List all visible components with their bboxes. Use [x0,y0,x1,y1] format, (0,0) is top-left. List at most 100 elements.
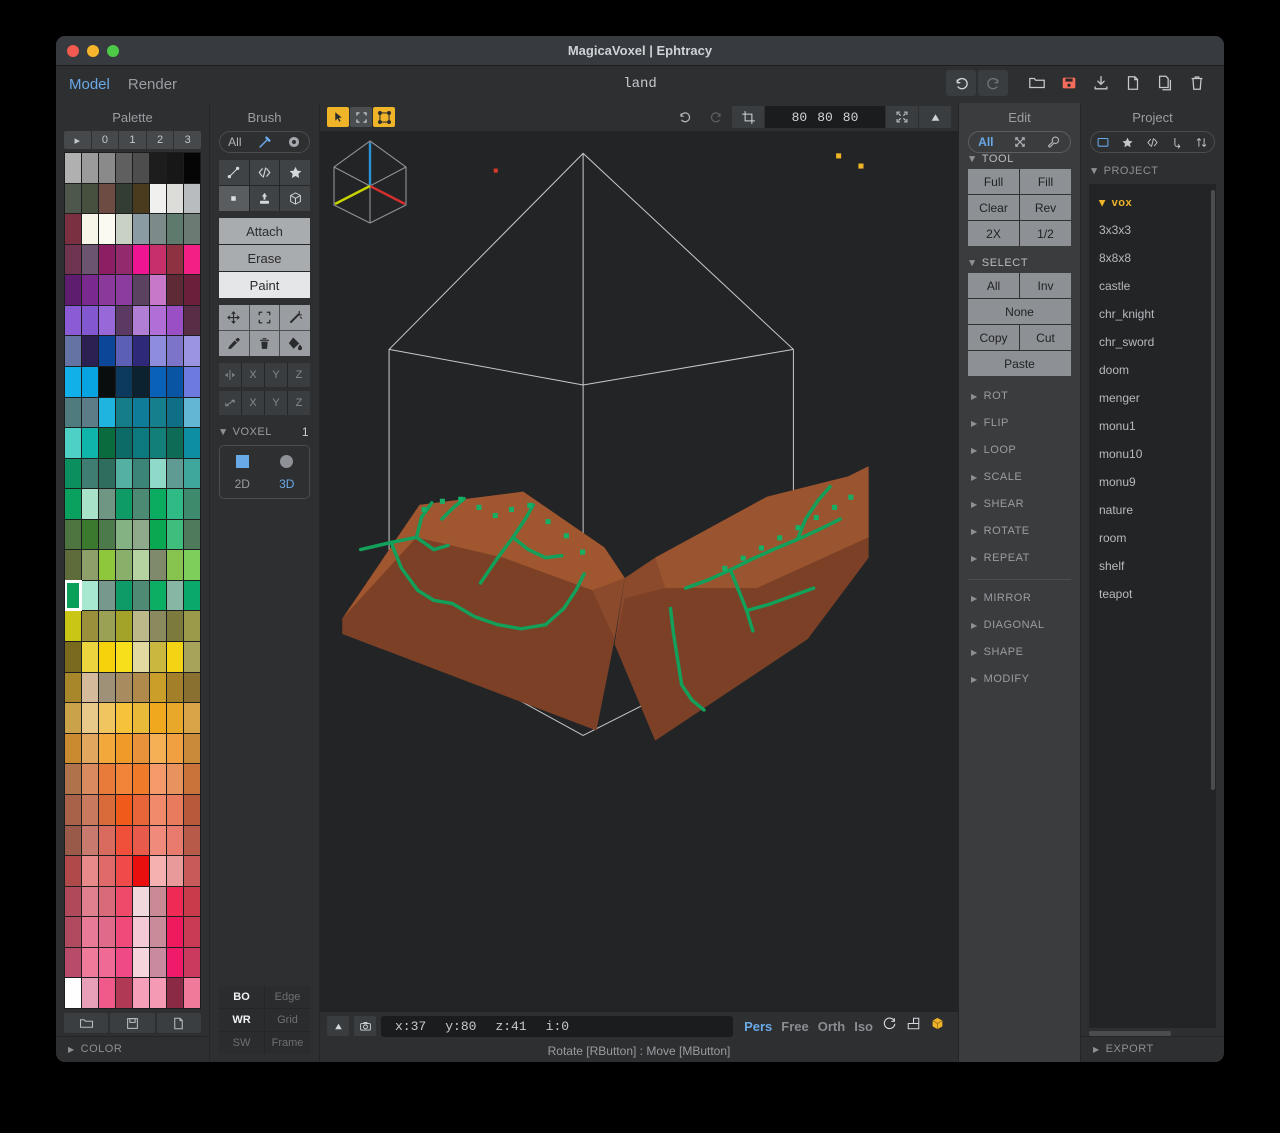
palette-color-grid[interactable] [64,152,201,1009]
palette-swatch[interactable] [167,642,183,672]
palette-swatch[interactable] [133,366,149,397]
palette-swatch[interactable] [65,672,81,703]
palette-swatch[interactable] [99,489,115,519]
project-item-shelf[interactable]: shelf [1089,552,1216,580]
palette-swatch[interactable] [116,672,132,703]
palette-swatch[interactable] [184,917,200,947]
palette-swatch[interactable] [82,733,98,764]
box-orange-icon[interactable] [930,1016,945,1036]
palette-swatch[interactable] [167,214,183,244]
select-section-header[interactable]: ▶ SELECT [959,252,1080,273]
palette-swatch[interactable] [133,856,149,886]
scale-x-button[interactable]: X [242,391,264,415]
palette-swatch[interactable] [82,153,98,183]
palette-swatch[interactable] [150,856,166,886]
palette-swatch[interactable] [65,275,81,305]
palette-swatch[interactable] [116,886,132,917]
open-file-button[interactable] [1022,70,1052,96]
palette-swatch[interactable] [184,244,200,275]
project-item-nature[interactable]: nature [1089,496,1216,524]
palette-swatch[interactable] [116,275,132,305]
palette-swatch[interactable] [133,703,149,733]
palette-open-button[interactable] [64,1013,109,1033]
palette-swatch[interactable] [116,336,132,366]
edit-section-diagonal[interactable]: ▶ DIAGONAL [959,611,1080,638]
voxel-value[interactable]: 1 [302,425,309,439]
palette-swatch[interactable] [150,214,166,244]
pattern-stamp-icon[interactable] [249,186,280,211]
palette-swatch[interactable] [184,978,200,1008]
palette-swatch[interactable] [65,550,81,580]
palette-swatch[interactable] [133,458,149,489]
palette-swatch[interactable] [82,703,98,733]
dimension-2d-button[interactable]: 2D [220,455,265,491]
diagonal-arrow-icon[interactable] [219,391,241,415]
view-mode-free[interactable]: Free [781,1019,808,1034]
scale-z-button[interactable]: Z [288,391,310,415]
palette-swatch[interactable] [99,917,115,947]
select-cut-button[interactable]: Cut [1020,325,1071,350]
palette-swatch[interactable] [65,856,81,886]
palette-swatch[interactable] [167,580,183,611]
tool-half-button[interactable]: 1/2 [1020,221,1071,246]
project-item-menger[interactable]: menger [1089,384,1216,412]
palette-swatch[interactable] [133,886,149,917]
download-button[interactable] [1086,70,1116,96]
palette-swatch[interactable] [133,244,149,275]
palette-swatch[interactable] [65,489,81,519]
palette-swatch[interactable] [82,366,98,397]
attach-mode-button[interactable]: Attach [219,218,310,244]
palette-swatch[interactable] [99,397,115,428]
crop-icon[interactable] [732,106,764,128]
trash-icon[interactable] [249,331,280,356]
palette-swatch[interactable] [65,428,81,458]
palette-swatch[interactable] [184,703,200,733]
fit-screen-icon[interactable] [886,106,918,128]
palette-swatch[interactable] [150,764,166,794]
palette-swatch[interactable] [167,794,183,825]
palette-swatch[interactable] [99,794,115,825]
edit-section-rotate[interactable]: ▶ ROTATE [959,517,1080,544]
palette-swatch[interactable] [167,764,183,794]
view-mode-pers[interactable]: Pers [744,1019,772,1034]
palette-swatch[interactable] [65,244,81,275]
palette-swatch[interactable] [99,733,115,764]
sort-icon[interactable] [1189,132,1214,152]
palette-swatch[interactable] [82,428,98,458]
palette-swatch[interactable] [82,397,98,428]
palette-swatch[interactable] [133,489,149,519]
palette-swatch[interactable] [167,183,183,214]
delete-button[interactable] [1182,70,1212,96]
project-item-chr_knight[interactable]: chr_knight [1089,300,1216,328]
palette-swatch[interactable] [82,550,98,580]
palette-swatch[interactable] [150,489,166,519]
mirror-x-button[interactable]: X [242,363,264,387]
tool-rev-button[interactable]: Rev [1020,195,1071,220]
palette-swatch[interactable] [133,336,149,366]
palette-swatch[interactable] [82,580,98,611]
palette-swatch[interactable] [184,825,200,856]
color-section-toggle[interactable]: ▶ COLOR [56,1036,209,1062]
palette-swatch[interactable] [184,366,200,397]
palette-swatch[interactable] [150,244,166,275]
palette-swatch[interactable] [184,580,200,611]
palette-swatch[interactable] [82,183,98,214]
palette-swatch[interactable] [184,519,200,550]
toggle-frame[interactable]: Frame [265,1032,310,1054]
palette-swatch[interactable] [184,397,200,428]
palette-swatch[interactable] [99,153,115,183]
tool-2x-button[interactable]: 2X [968,221,1019,246]
palette-swatch[interactable] [150,580,166,611]
palette-swatch[interactable] [116,458,132,489]
tool-full-button[interactable]: Full [968,169,1019,194]
palette-swatch[interactable] [116,703,132,733]
palette-swatch[interactable] [133,947,149,978]
palette-swatch[interactable] [82,519,98,550]
palette-swatch[interactable] [167,611,183,642]
palette-swatch[interactable] [150,550,166,580]
palette-swatch[interactable] [82,244,98,275]
project-item-monu10[interactable]: monu10 [1089,440,1216,468]
palette-swatch[interactable] [167,275,183,305]
palette-swatch[interactable] [65,947,81,978]
palette-swatch[interactable] [82,214,98,244]
